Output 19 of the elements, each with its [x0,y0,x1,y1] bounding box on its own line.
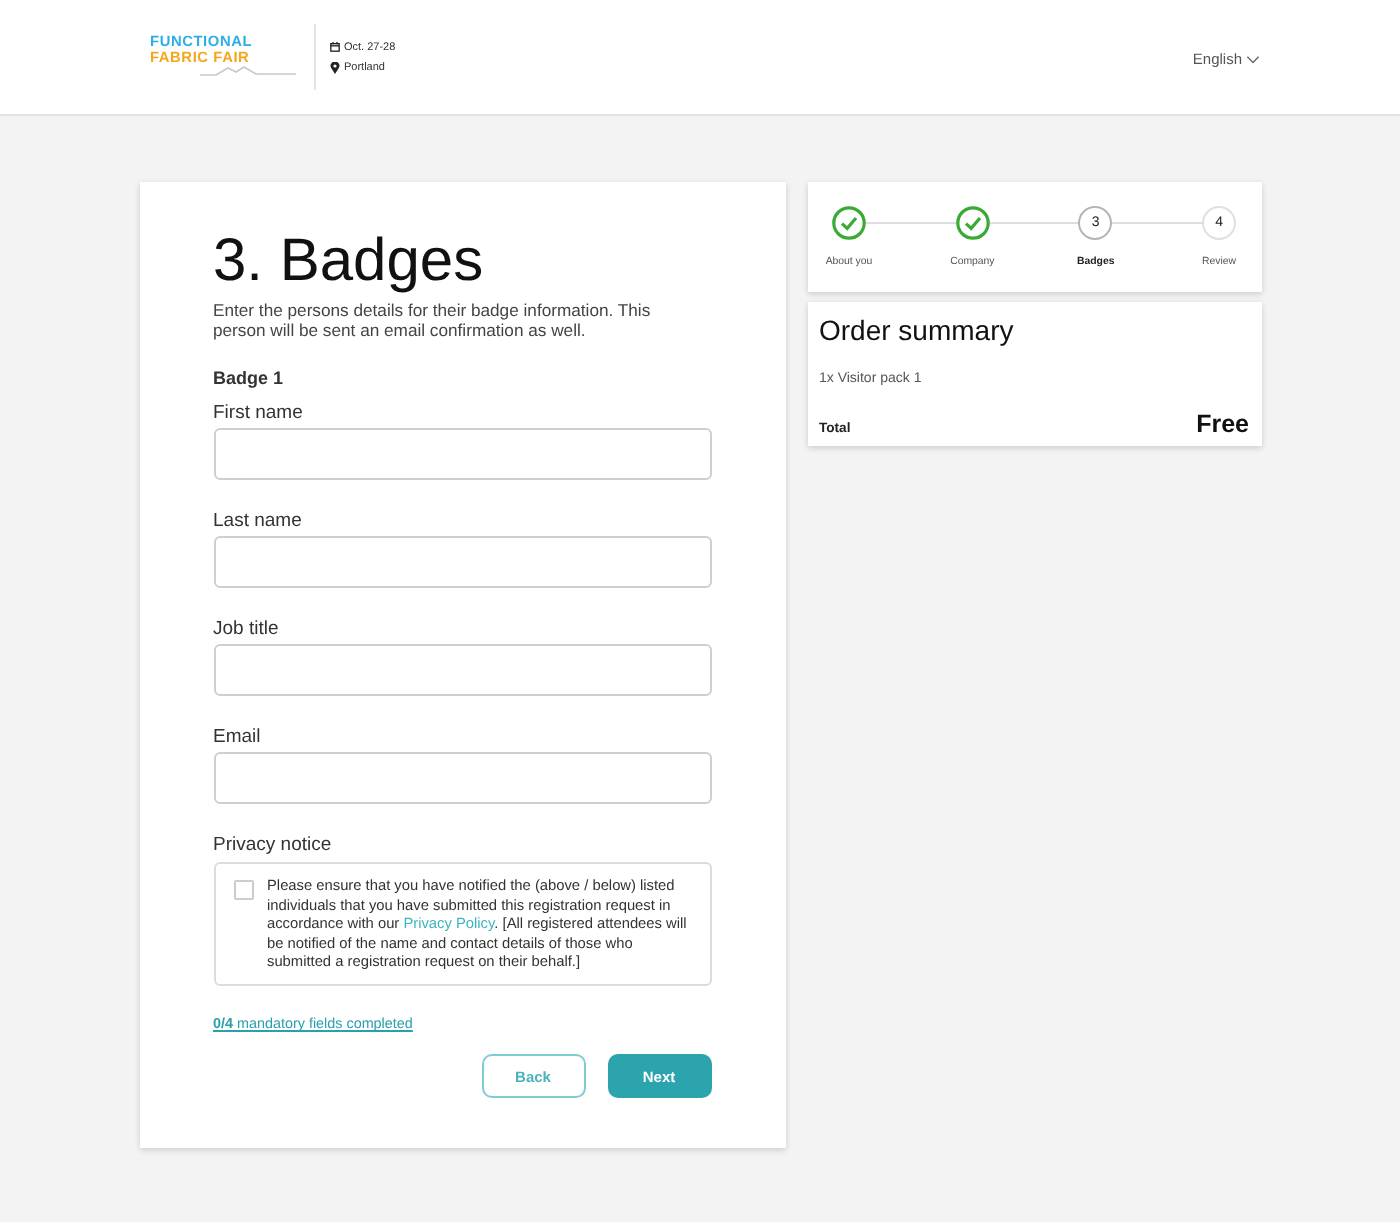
summary-title: Order summary [819,314,1016,346]
text-input[interactable] [213,427,711,479]
checkbox[interactable] [234,879,254,899]
text-input[interactable] [213,535,711,587]
logo-mountain-drawing [200,66,296,76]
field-label: Email [213,723,263,749]
field-label: Job title [213,615,281,641]
field-label: Last name [213,507,304,533]
total-value: Free [1196,409,1249,437]
location-pin-icon [330,61,340,73]
field-label: Privacy notice [213,831,334,857]
calendar-icon [330,42,340,52]
page-title: 3. Badges [213,230,486,294]
text-input[interactable] [213,751,711,803]
field-label: First name [213,399,305,425]
description-text: Enter the persons details for their badge information. This person will be sent an email confirmation as well. [213,300,653,340]
section-heading: Badge 1 [213,366,286,390]
chevron-down-icon [1246,55,1260,63]
text-input[interactable] [213,643,711,695]
